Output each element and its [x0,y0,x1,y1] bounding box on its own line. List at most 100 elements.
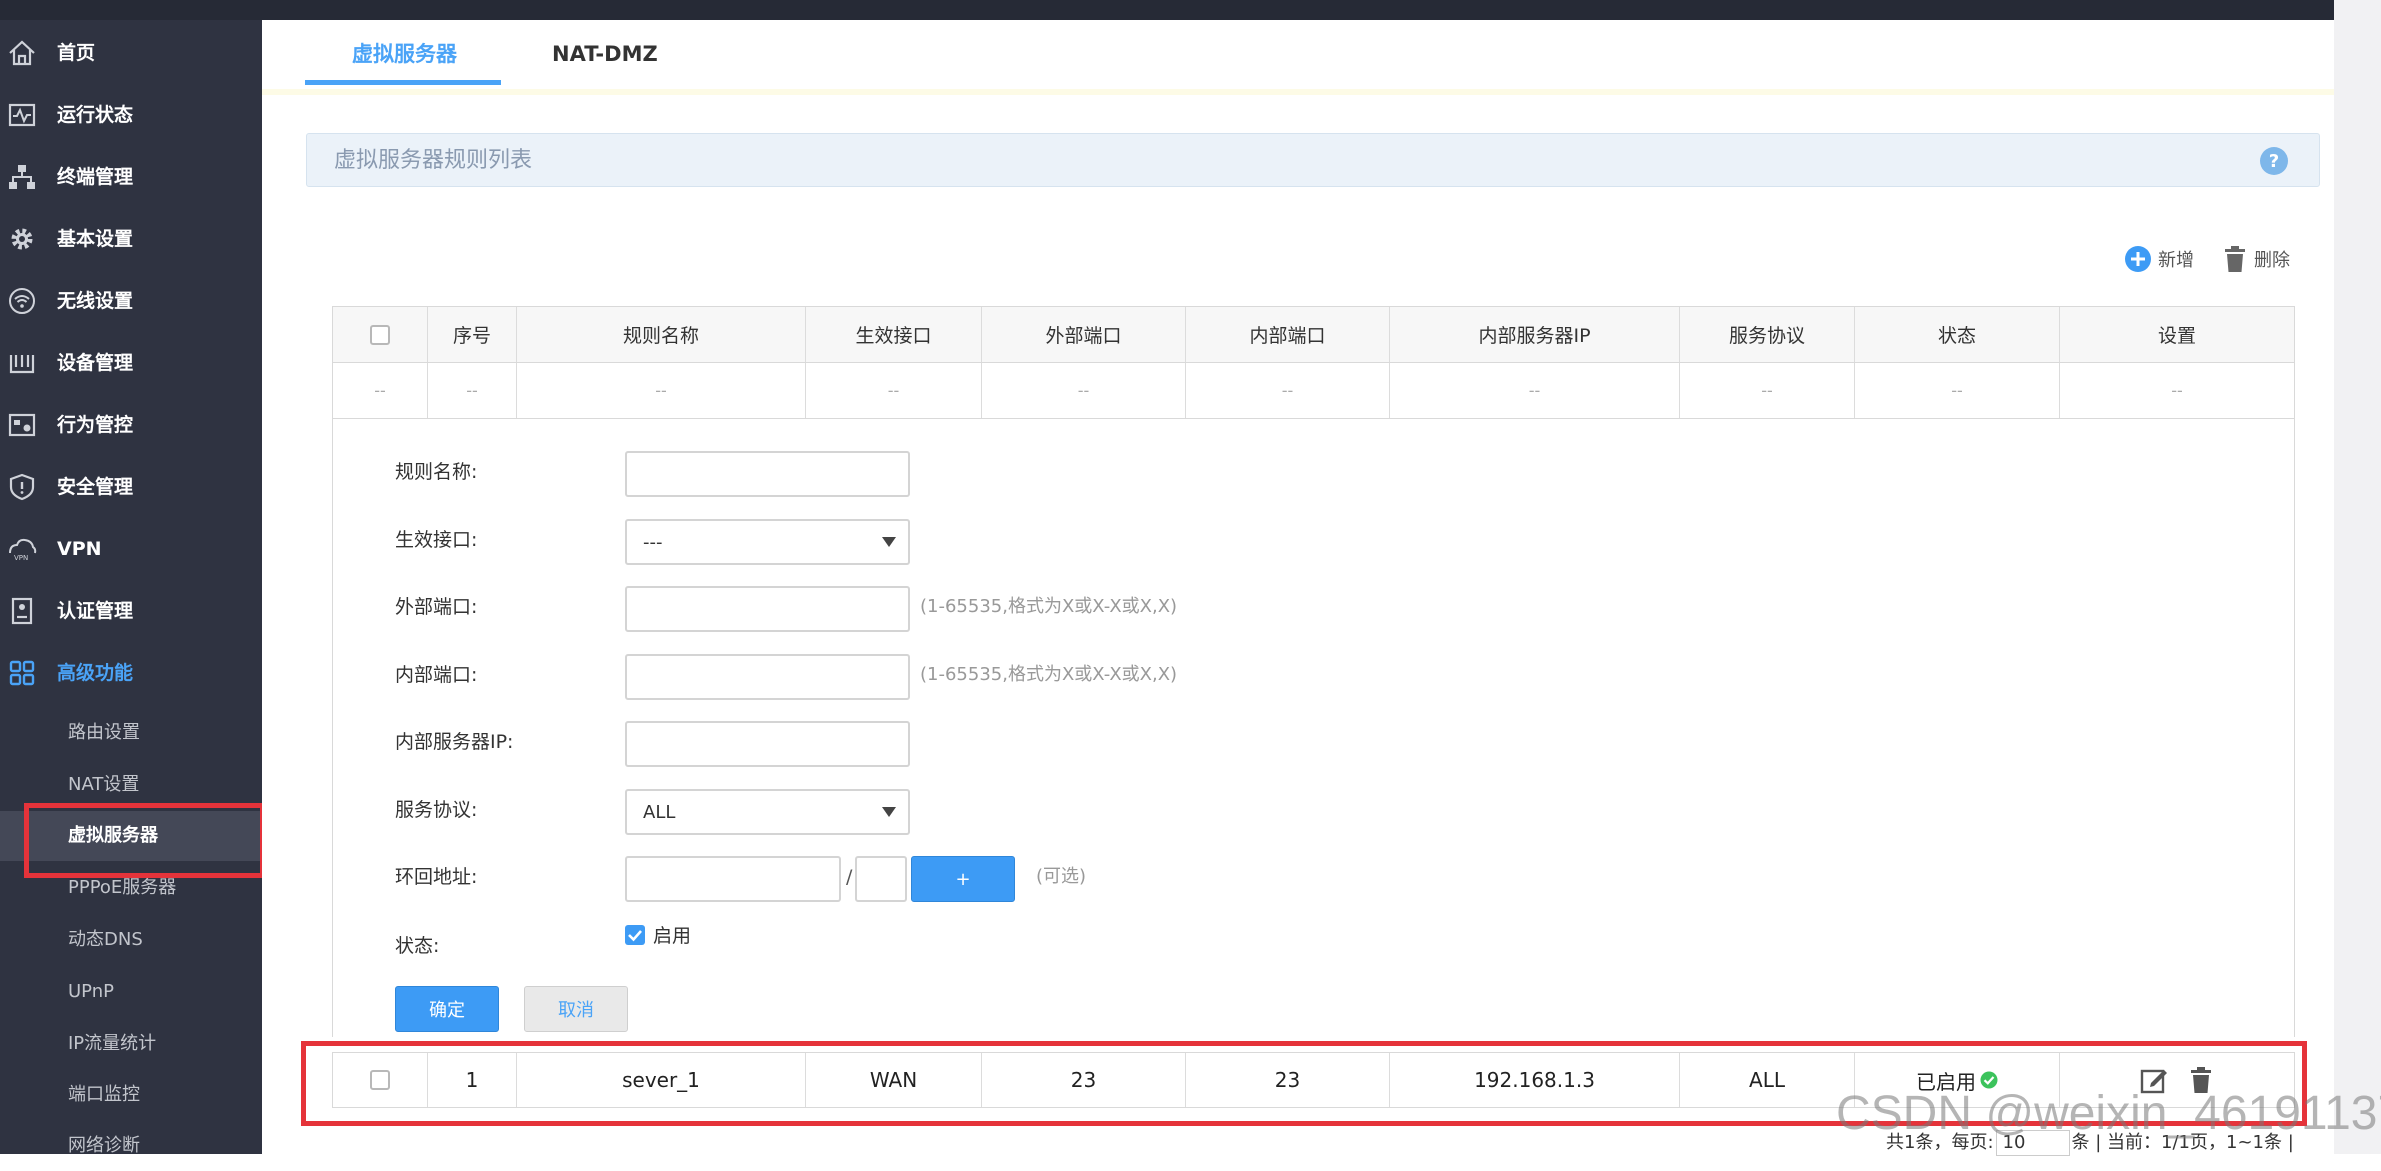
interface-select-value: --- [643,532,663,553]
loopback-separator: / [846,866,853,888]
server-ip-label: 内部服务器IP: [395,731,514,753]
internal-port-input[interactable] [625,654,910,700]
sidebar-item-behavior[interactable]: 行为管控 [0,395,262,455]
sidebar-subitem-upnp[interactable]: UPnP [0,967,262,1017]
table-cell: -- [1680,363,1855,418]
section-header: 虚拟服务器规则列表 ? [306,133,2320,187]
sidebar-item-home[interactable]: 首页 [0,23,262,83]
status-label: 状态: [395,935,440,957]
dropdown-arrow-icon [882,807,896,817]
shield-icon [6,471,38,503]
auth-icon [6,595,38,627]
sidebar-item-auth[interactable]: 认证管理 [0,581,262,641]
table-cell: -- [2171,381,2183,400]
sidebar-subitem-label: UPnP [68,981,114,1002]
plus-circle-icon [2125,246,2151,272]
home-icon [6,37,38,69]
sidebar-item-basic[interactable]: 基本设置 [0,209,262,269]
svg-text:VPN: VPN [14,554,28,562]
sidebar-subitem-label: 端口监控 [68,1084,140,1105]
table-cell: -- [806,363,982,418]
sidebar-item-label: 高级功能 [57,662,134,684]
sidebar-subitem-label: 动态DNS [68,929,143,950]
sidebar-item-label: 设备管理 [57,352,134,374]
add-button[interactable]: 新增 [2124,244,2194,274]
column-header: 服务协议 [1680,307,1855,362]
rule-edit-form: 规则名称: 生效接口: --- 外部端口: (1-65535,格式为X或X-X或… [332,419,2295,1037]
help-icon[interactable]: ? [2259,146,2289,176]
sidebar: 首页 运行状态 终端管理 基本设置 无线设置 设备管理 行为管控 安全管理 VP… [0,20,262,1156]
sidebar-item-status[interactable]: 运行状态 [0,85,262,145]
rule-name-input[interactable] [625,451,910,497]
delete-button-label: 删除 [2254,250,2290,271]
sidebar-item-vpn[interactable]: VPN VPN [0,519,262,579]
sidebar-subitem-label: PPPoE服务器 [68,877,177,898]
sidebar-subitem-ddns[interactable]: 动态DNS [0,915,262,965]
external-port-hint: (1-65535,格式为X或X-X或X,X) [920,596,1178,617]
loopback-label: 环回地址: [395,866,478,888]
sidebar-subitem-label: 网络诊断 [68,1135,140,1156]
table-cell: -- [428,363,517,418]
vpn-icon: VPN [6,533,38,565]
tab-bar-divider [262,89,2334,95]
sidebar-item-label: 基本设置 [57,228,134,250]
delete-button[interactable]: 删除 [2222,244,2290,274]
sidebar-subitem-route[interactable]: 路由设置 [0,708,262,758]
header-select-all-cell [333,307,428,362]
gear-icon [6,223,38,255]
sidebar-item-label: 无线设置 [57,290,134,312]
section-title: 虚拟服务器规则列表 [334,148,533,173]
sidebar-item-terminal[interactable]: 终端管理 [0,147,262,207]
protocol-select-value: ALL [643,802,676,823]
sidebar-item-device[interactable]: 设备管理 [0,333,262,393]
select-all-checkbox[interactable] [370,324,390,345]
svg-text:?: ? [2269,151,2279,172]
monitor-icon [6,99,38,131]
sidebar-subitem-port-monitor[interactable]: 端口监控 [0,1070,262,1120]
sidebar-subitem-diagnosis[interactable]: 网络诊断 [0,1121,262,1171]
table-cell: -- [1855,363,2060,418]
sidebar-item-security[interactable]: 安全管理 [0,457,262,517]
sidebar-item-wireless[interactable]: 无线设置 [0,271,262,331]
behavior-icon [6,409,38,441]
table-header: 序号 规则名称 生效接口 外部端口 内部端口 内部服务器IP 服务协议 状态 设… [332,306,2295,363]
interface-select[interactable]: --- [625,519,910,565]
table-row-placeholder: -- -- -- -- -- -- -- -- -- -- [332,363,2295,419]
sidebar-item-label: VPN [57,538,102,560]
cancel-button[interactable]: 取消 [524,986,628,1032]
wifi-icon [6,285,38,317]
tab-bar: 虚拟服务器 NAT-DMZ [262,20,2334,92]
sidebar-item-label: 安全管理 [57,476,134,498]
csdn-watermark: CSDN @weixin_46191137 [1836,1087,2381,1140]
checkbox-checked-icon [625,924,645,945]
tab-nat-dmz[interactable]: NAT-DMZ [552,38,658,70]
sidebar-item-advanced[interactable]: 高级功能 [0,643,262,703]
sidebar-subitem-label: IP流量统计 [68,1033,157,1054]
server-ip-input[interactable] [625,721,910,767]
column-header: 外部端口 [982,307,1186,362]
status-enable-checkbox[interactable]: 启用 [625,921,691,948]
tab-virtual-server[interactable]: 虚拟服务器 [352,38,457,70]
device-icon [6,347,38,379]
sidebar-item-label: 运行状态 [57,104,134,126]
sidebar-item-label: 首页 [57,42,96,64]
column-header: 序号 [428,307,517,362]
dropdown-arrow-icon [882,537,896,547]
external-port-label: 外部端口: [395,596,478,618]
protocol-select[interactable]: ALL [625,789,910,835]
top-bar [0,0,2334,20]
table-cell: -- [1390,363,1680,418]
column-header: 内部服务器IP [1390,307,1680,362]
sidebar-item-label: 终端管理 [57,166,134,188]
sidebar-subitem-label: 路由设置 [68,722,140,743]
confirm-button[interactable]: 确定 [395,986,499,1032]
sidebar-subitem-ip-traffic[interactable]: IP流量统计 [0,1019,262,1069]
loopback-ip-input[interactable] [625,856,841,902]
table-cell: -- [333,363,428,418]
trash-icon [2225,246,2245,272]
external-port-input[interactable] [625,586,910,632]
sidebar-item-label: 行为管控 [57,414,134,436]
loopback-mask-input[interactable] [855,856,907,902]
loopback-add-button[interactable]: + [911,856,1015,902]
table-cell: -- [1186,363,1390,418]
